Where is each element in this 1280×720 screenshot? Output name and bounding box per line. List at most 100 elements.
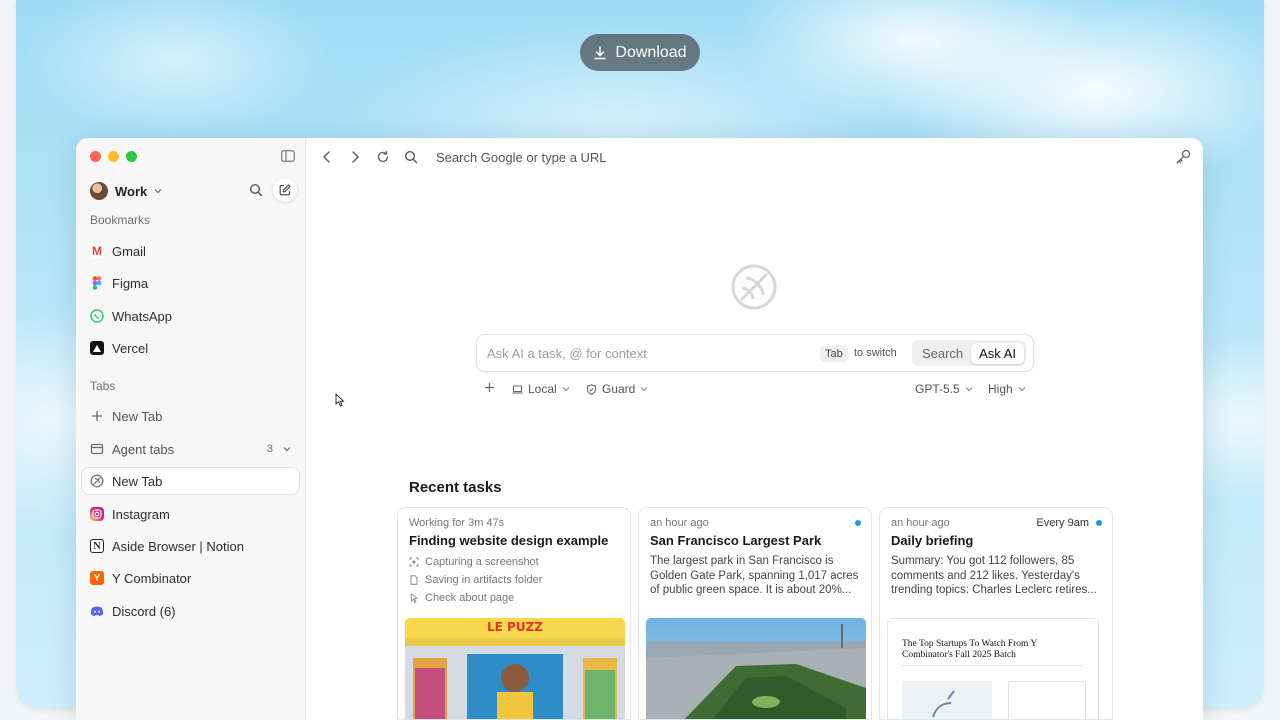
file-icon xyxy=(410,575,418,585)
sidebar: Work Bookmarks M Gmail Figma WhatsApp Ve… xyxy=(76,138,306,720)
chevron-down-icon xyxy=(640,387,648,392)
bookmark-gmail[interactable]: M Gmail xyxy=(82,238,299,264)
bookmark-label: Gmail xyxy=(112,243,146,259)
aside-icon xyxy=(90,474,104,488)
tab-label: Instagram xyxy=(112,506,170,522)
bookmark-whatsapp[interactable]: WhatsApp xyxy=(82,303,299,329)
task-title: Daily briefing xyxy=(891,533,974,548)
search-icon xyxy=(404,150,418,164)
key-icon[interactable] xyxy=(1175,149,1191,165)
plus-icon xyxy=(92,411,102,421)
unicorn-icon xyxy=(932,690,955,718)
unread-dot xyxy=(1096,520,1102,526)
effort-select[interactable]: High xyxy=(988,382,1026,396)
task-step-label: Saving in artifacts folder xyxy=(425,574,543,586)
tab-instagram[interactable]: Instagram xyxy=(82,501,299,527)
task-step: Capturing a screenshot xyxy=(409,556,539,568)
navigation-toolbar: Search Google or type a URL xyxy=(306,138,1203,176)
recent-tasks-heading: Recent tasks xyxy=(409,479,502,496)
tab-key-hint: Tab xyxy=(820,346,848,362)
screenshot-icon xyxy=(409,557,419,567)
new-tab-label: New Tab xyxy=(112,408,163,424)
forward-icon[interactable] xyxy=(348,150,362,164)
task-time: an hour ago xyxy=(650,517,709,529)
guard-value: Guard xyxy=(602,382,636,396)
gmail-icon: M xyxy=(90,244,104,258)
task-card-daily-briefing[interactable]: an hour ago Every 9am Daily briefing Sum… xyxy=(879,507,1113,720)
chevron-down-icon xyxy=(154,189,162,194)
task-step-label: Check about page xyxy=(425,592,515,604)
tab-new-tab[interactable]: New Tab xyxy=(82,468,299,494)
window-controls xyxy=(90,151,137,162)
location-value: Local xyxy=(528,382,557,396)
profile-switcher[interactable]: Work xyxy=(90,182,162,200)
task-step-label: Capturing a screenshot xyxy=(425,556,539,568)
download-icon xyxy=(594,45,607,59)
sidebar-toggle-icon[interactable] xyxy=(281,150,295,162)
laptop-icon xyxy=(512,384,523,394)
figma-icon xyxy=(90,276,104,290)
download-button[interactable]: Download xyxy=(580,34,700,71)
task-card-website-design[interactable]: Working for 3m 47s Finding website desig… xyxy=(397,507,631,720)
search-icon[interactable] xyxy=(249,183,263,197)
bookmark-label: Figma xyxy=(112,275,149,291)
tab-label: Discord (6) xyxy=(112,603,176,619)
discord-icon xyxy=(90,604,104,618)
window-icon xyxy=(90,443,104,455)
mode-switch: Search Ask AI xyxy=(911,340,1026,366)
close-window-button[interactable] xyxy=(90,151,101,162)
location-select[interactable]: Local xyxy=(512,382,570,396)
effort-value: High xyxy=(988,382,1013,396)
tab-ycombinator[interactable]: Y Y Combinator xyxy=(82,565,299,591)
agent-tabs-group[interactable]: Agent tabs 3 xyxy=(82,436,299,462)
tab-discord[interactable]: Discord (6) xyxy=(82,598,299,624)
task-status: Working for 3m 47s xyxy=(409,517,505,529)
shield-icon xyxy=(586,383,597,395)
bookmark-vercel[interactable]: Vercel xyxy=(82,335,299,361)
mode-ask-ai-button[interactable]: Ask AI xyxy=(971,342,1024,364)
tab-label: Aside Browser | Notion xyxy=(112,538,244,554)
aside-logo-icon xyxy=(731,264,777,310)
whatsapp-icon xyxy=(90,309,104,323)
tab-label: Y Combinator xyxy=(112,570,192,586)
ask-ai-input[interactable] xyxy=(487,345,807,361)
task-summary: The largest park in San Francisco is Gol… xyxy=(650,555,859,596)
plus-icon xyxy=(485,383,494,392)
bookmark-figma[interactable]: Figma xyxy=(82,270,299,296)
agent-tabs-label: Agent tabs xyxy=(112,441,175,457)
tab-label: New Tab xyxy=(112,473,163,489)
back-icon[interactable] xyxy=(320,150,334,164)
pointer-icon xyxy=(410,593,419,603)
tabs-heading: Tabs xyxy=(90,379,116,393)
new-tab-button[interactable]: New Tab xyxy=(82,403,299,429)
task-summary: Summary: You got 112 followers, 85 comme… xyxy=(891,555,1097,596)
tab-notion[interactable]: N Aside Browser | Notion xyxy=(82,533,299,559)
article-thumbnail: The Top Startups To Watch From Y Combina… xyxy=(887,618,1099,719)
model-value: GPT-5.5 xyxy=(915,382,960,396)
address-bar[interactable]: Search Google or type a URL xyxy=(436,150,607,165)
chevron-down-icon xyxy=(1018,387,1026,392)
task-step: Check about page xyxy=(409,592,514,604)
reload-icon[interactable] xyxy=(376,150,390,164)
profile-name: Work xyxy=(115,183,148,199)
bookmark-label: WhatsApp xyxy=(112,308,172,324)
website-screenshot-thumbnail: LE PUZZ xyxy=(405,618,625,719)
switch-hint: to switch xyxy=(854,347,897,359)
maximize-window-button[interactable] xyxy=(126,151,137,162)
notion-icon: N xyxy=(90,539,104,553)
mouse-cursor-icon xyxy=(335,393,345,407)
compose-button[interactable] xyxy=(273,178,297,202)
article-headline: The Top Startups To Watch From Y Combina… xyxy=(902,639,1037,660)
task-time: an hour ago xyxy=(891,517,950,529)
download-label: Download xyxy=(615,43,687,61)
mode-search-button[interactable]: Search xyxy=(914,343,971,364)
bookmark-label: Vercel xyxy=(112,340,149,356)
task-title: San Francisco Largest Park xyxy=(650,533,822,548)
chevron-down-icon xyxy=(283,447,291,452)
add-context-button[interactable] xyxy=(484,382,495,393)
minimize-window-button[interactable] xyxy=(108,151,119,162)
guard-select[interactable]: Guard xyxy=(586,382,648,396)
model-select[interactable]: GPT-5.5 xyxy=(915,382,973,396)
task-card-sf-park[interactable]: an hour ago San Francisco Largest Park T… xyxy=(638,507,872,720)
agent-tabs-count: 3 xyxy=(266,443,273,455)
